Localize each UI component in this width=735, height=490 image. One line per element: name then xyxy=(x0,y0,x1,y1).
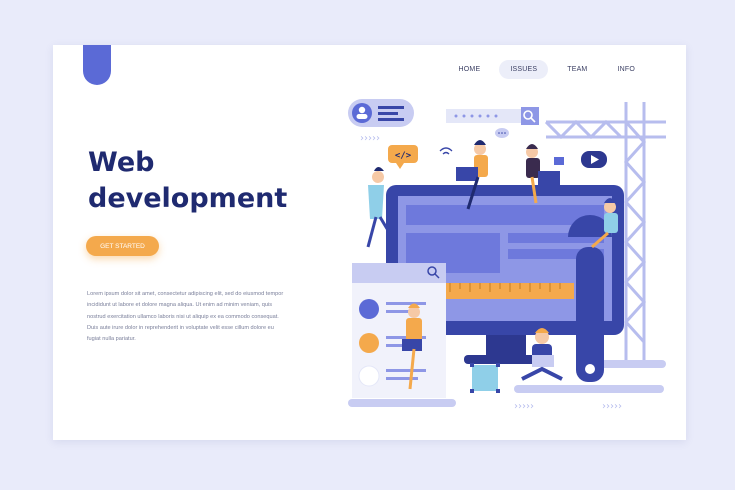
hero-description: Lorem ipsum dolor sit amet, consectetur … xyxy=(87,291,284,343)
crane-hook xyxy=(554,157,564,165)
landing-page: HOME ISSUES TEAM INFO Web development GE… xyxy=(53,45,686,440)
nav-issues[interactable]: ISSUES xyxy=(499,60,549,79)
base-shelf-right xyxy=(514,385,664,393)
nav-team[interactable]: TEAM xyxy=(556,60,598,79)
chevrons-decoration-right: ››››› xyxy=(602,401,622,412)
nav-info[interactable]: INFO xyxy=(606,60,646,79)
person-cross-legged xyxy=(521,328,563,381)
profile-card xyxy=(348,99,414,127)
chevrons-decoration: ››››› xyxy=(360,133,380,144)
top-nav: HOME ISSUES TEAM INFO xyxy=(448,60,646,79)
list-panel xyxy=(352,263,446,398)
nav-home[interactable]: HOME xyxy=(448,60,492,79)
play-icon xyxy=(581,151,607,168)
base-shelf-left xyxy=(348,399,456,407)
wifi-icon xyxy=(439,147,453,155)
chevrons-decoration-bottom: ››››› xyxy=(514,401,534,412)
base-shelf-small xyxy=(596,360,666,368)
logo[interactable] xyxy=(83,45,111,85)
web-development-illustration: ››››› </> ››››› ››››› xyxy=(348,99,666,412)
code-bubble-text: </> xyxy=(395,151,412,161)
get-started-button[interactable]: GET STARTED xyxy=(86,236,159,256)
selection-frame xyxy=(470,363,500,393)
speech-bubble-icon xyxy=(495,128,509,138)
hero-title: Web development xyxy=(88,147,288,214)
code-icon: </> xyxy=(388,145,418,169)
ruler xyxy=(434,283,574,299)
search-bar-illustration xyxy=(446,107,539,125)
